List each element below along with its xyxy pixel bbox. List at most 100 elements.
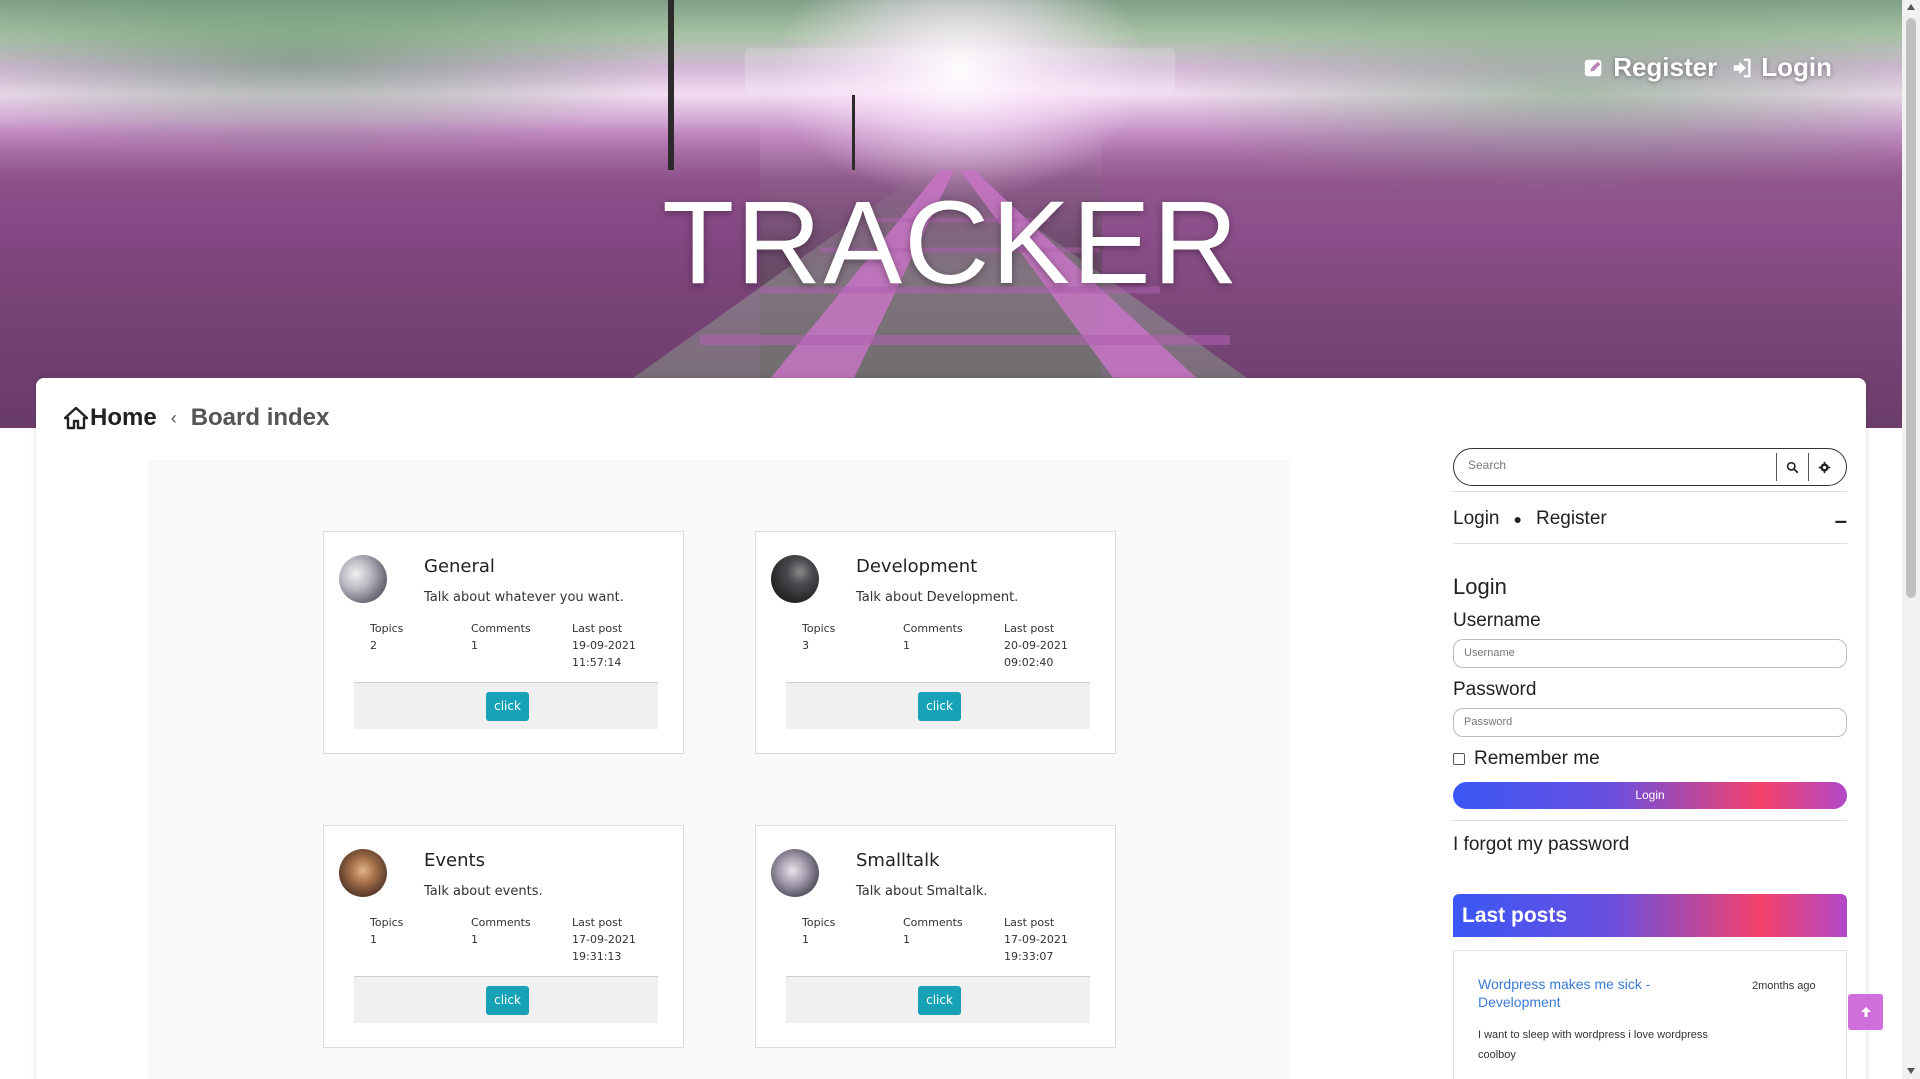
pencil-square-icon	[1585, 59, 1602, 76]
last-post-excerpt: I want to sleep with wordpress i love wo…	[1478, 1029, 1708, 1061]
forum-last-post: Last post 19-09-2021 11:57:14	[572, 620, 642, 671]
topics-label: Topics	[370, 916, 404, 929]
forum-title[interactable]: Development	[856, 556, 977, 577]
remember-me-checkbox[interactable]	[1453, 753, 1465, 765]
forum-comments: Comments 1	[903, 914, 973, 948]
last-post-label: Last post	[1004, 916, 1055, 929]
last-post-time: 19:33:07	[1004, 950, 1054, 963]
last-post-label: Last post	[1004, 622, 1055, 635]
password-field[interactable]: Password	[1453, 708, 1847, 737]
last-posts-header: Last posts	[1453, 894, 1847, 937]
scroll-up-arrow-icon[interactable]	[1907, 4, 1915, 10]
search-button[interactable]	[1776, 453, 1808, 481]
page-scrollbar[interactable]	[1902, 0, 1920, 1079]
last-post-date: 17-09-2021	[572, 933, 636, 946]
forum-card-events: Events Talk about events. Topics 1 Comme…	[323, 825, 684, 1048]
breadcrumb-home-link[interactable]: Home	[64, 404, 157, 432]
forum-title[interactable]: Events	[424, 850, 485, 871]
forum-card-footer: click	[786, 976, 1090, 1023]
forgot-password-link[interactable]: I forgot my password	[1453, 834, 1629, 856]
last-post-time: 19:31:13	[572, 950, 622, 963]
login-label: Login	[1761, 52, 1832, 82]
forum-card-development: Development Talk about Development. Topi…	[755, 531, 1116, 754]
breadcrumb-home-label: Home	[90, 404, 157, 431]
forum-topics: Topics 2	[370, 620, 440, 654]
comments-value: 1	[471, 933, 478, 946]
comments-label: Comments	[903, 622, 963, 635]
last-post-card: Wordpress makes me sick - Development 2m…	[1453, 950, 1847, 1079]
register-label: Register	[1613, 52, 1718, 82]
forum-title[interactable]: General	[424, 556, 495, 577]
comments-label: Comments	[903, 916, 963, 929]
last-post-label: Last post	[572, 622, 623, 635]
comments-label: Comments	[471, 916, 531, 929]
scrollbar-thumb[interactable]	[1906, 18, 1916, 598]
last-post-label: Last post	[572, 916, 623, 929]
login-submit-button[interactable]: Login	[1453, 782, 1847, 809]
comments-value: 1	[903, 639, 910, 652]
forum-open-button[interactable]: click	[486, 692, 529, 721]
login-register-header: Login ● Register –	[1453, 506, 1847, 534]
search-box: Search	[1453, 448, 1847, 486]
forum-open-button[interactable]: click	[918, 692, 961, 721]
comments-value: 1	[471, 639, 478, 652]
scroll-to-top-button[interactable]	[1848, 994, 1883, 1030]
sign-in-icon	[1733, 58, 1751, 77]
arrow-up-icon	[1860, 1007, 1871, 1017]
main-content-card: Home ‹ Board index General Talk about wh…	[36, 378, 1866, 1079]
breadcrumb: Home ‹ Board index	[64, 404, 329, 432]
sidebar-register-link[interactable]: Register	[1536, 508, 1607, 530]
forum-description: Talk about events.	[424, 884, 543, 899]
forum-open-button[interactable]: click	[918, 986, 961, 1015]
topics-label: Topics	[370, 622, 404, 635]
advanced-search-button[interactable]	[1808, 453, 1840, 481]
last-post-date: 17-09-2021	[1004, 933, 1068, 946]
divider	[1453, 491, 1847, 492]
last-post-time: 2months ago	[1752, 980, 1816, 992]
forum-avatar	[339, 849, 387, 897]
topics-value: 3	[802, 639, 809, 652]
forum-last-post: Last post 17-09-2021 19:31:13	[572, 914, 642, 965]
remember-me-label: Remember me	[1474, 748, 1600, 769]
remember-me-row: Remember me	[1453, 748, 1600, 770]
forum-avatar	[339, 555, 387, 603]
username-placeholder: Username	[1464, 647, 1515, 659]
forum-topics: Topics 1	[370, 914, 440, 948]
topics-label: Topics	[802, 622, 836, 635]
register-link[interactable]: Register	[1583, 52, 1717, 83]
last-post-date: 19-09-2021	[572, 639, 636, 652]
comments-label: Comments	[471, 622, 531, 635]
scroll-down-arrow-icon[interactable]	[1907, 1068, 1915, 1074]
divider	[1453, 820, 1847, 821]
last-post-date: 20-09-2021	[1004, 639, 1068, 652]
collapse-toggle[interactable]: –	[1835, 508, 1847, 534]
search-icon	[1786, 461, 1799, 473]
last-post-time: 11:57:14	[572, 656, 622, 669]
search-input[interactable]: Search	[1468, 458, 1506, 472]
topics-value: 2	[370, 639, 377, 652]
last-post-title-link[interactable]: Wordpress makes me sick - Development	[1478, 975, 1708, 1011]
topics-value: 1	[802, 933, 809, 946]
breadcrumb-current[interactable]: Board index	[191, 404, 330, 432]
login-link[interactable]: Login	[1731, 52, 1832, 83]
forum-description: Talk about Development.	[856, 590, 1019, 605]
forum-comments: Comments 1	[903, 620, 973, 654]
forum-description: Talk about whatever you want.	[424, 590, 624, 605]
username-label: Username	[1453, 610, 1541, 631]
home-icon	[64, 406, 88, 430]
forum-avatar	[771, 849, 819, 897]
forum-last-post: Last post 20-09-2021 09:02:40	[1004, 620, 1074, 671]
login-form-title: Login	[1453, 574, 1507, 599]
sidebar-login-link[interactable]: Login	[1453, 508, 1500, 530]
forum-open-button[interactable]: click	[486, 986, 529, 1015]
password-label: Password	[1453, 679, 1537, 700]
site-title: TRACKER	[662, 177, 1240, 309]
username-field[interactable]: Username	[1453, 639, 1847, 668]
last-post-time: 09:02:40	[1004, 656, 1054, 669]
hero-banner: TRACKER Register Login	[0, 0, 1902, 428]
forum-list-panel: General Talk about whatever you want. To…	[148, 460, 1290, 1079]
forum-topics: Topics 1	[802, 914, 872, 948]
top-nav: Register Login	[1583, 52, 1832, 83]
forum-title[interactable]: Smalltalk	[856, 850, 940, 871]
divider	[1453, 543, 1847, 544]
